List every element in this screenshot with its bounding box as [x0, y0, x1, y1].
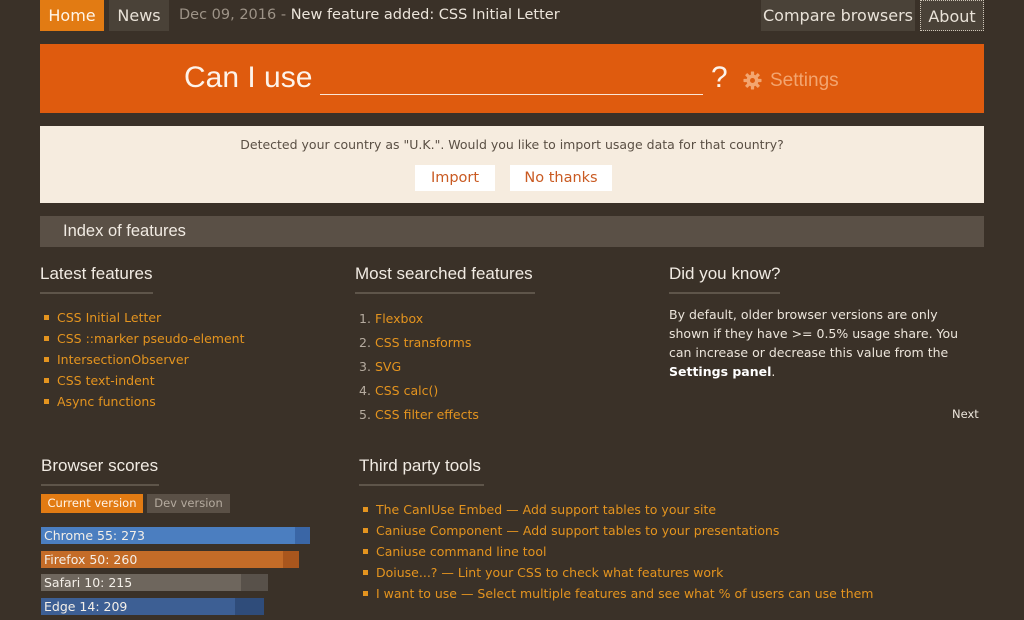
settings-label: Settings	[770, 70, 839, 91]
list-item[interactable]: 2. CSS transforms	[359, 331, 479, 355]
country-notice: Detected your country as "U.K.". Would y…	[40, 126, 984, 203]
list-item-number: 4.	[359, 383, 371, 398]
list-item[interactable]: I want to use — Select multiple features…	[359, 583, 873, 604]
browser-score-label: Chrome 55: 273	[44, 528, 145, 543]
search-input[interactable]	[320, 94, 703, 95]
did-you-know-period: .	[771, 364, 776, 379]
compare-browsers-button[interactable]: Compare browsers	[761, 0, 915, 31]
browser-score-label: Safari 10: 215	[44, 575, 133, 590]
list-item-number: 1.	[359, 311, 371, 326]
list-item[interactable]: CSS Initial Letter	[40, 307, 245, 328]
list-item-number: 2.	[359, 335, 371, 350]
list-item[interactable]: Caniuse command line tool	[359, 541, 873, 562]
list-item-link[interactable]: CSS filter effects	[375, 407, 479, 422]
news-title-link[interactable]: New feature added: CSS Initial Letter	[291, 7, 560, 23]
latest-features-heading: Latest features	[40, 263, 153, 294]
gear-icon	[743, 71, 762, 90]
list-item[interactable]: 3. SVG	[359, 355, 479, 379]
browser-scores-heading: Browser scores	[41, 455, 159, 486]
list-item[interactable]: Async functions	[40, 391, 245, 412]
list-item[interactable]: CSS ::marker pseudo-element	[40, 328, 245, 349]
did-you-know-body: By default, older browser versions are o…	[669, 307, 959, 360]
settings-panel-link[interactable]: Settings panel	[669, 364, 771, 379]
country-notice-text: Detected your country as "U.K.". Would y…	[240, 137, 784, 152]
list-item[interactable]: 5. CSS filter effects	[359, 403, 479, 427]
list-item-number: 3.	[359, 359, 371, 374]
third-party-tools-heading: Third party tools	[359, 455, 484, 486]
top-nav: Home News Dec 09, 2016 - New feature add…	[0, 0, 1024, 32]
list-item[interactable]: 1. Flexbox	[359, 307, 479, 331]
news-button[interactable]: News	[109, 0, 169, 31]
latest-features-list: CSS Initial Letter CSS ::marker pseudo-e…	[40, 307, 245, 412]
third-party-tools-list: The CanIUse Embed — Add support tables t…	[359, 499, 873, 604]
list-item-link[interactable]: Flexbox	[375, 311, 423, 326]
list-item[interactable]: Doiuse...? — Lint your CSS to check what…	[359, 562, 873, 583]
list-item[interactable]: CSS text-indent	[40, 370, 245, 391]
list-item[interactable]: Caniuse Component — Add support tables t…	[359, 520, 873, 541]
list-item-link[interactable]: SVG	[375, 359, 401, 374]
list-item[interactable]: IntersectionObserver	[40, 349, 245, 370]
list-item-link[interactable]: CSS transforms	[375, 335, 471, 350]
import-button[interactable]: Import	[415, 165, 495, 191]
list-item-number: 5.	[359, 407, 371, 422]
did-you-know-text: By default, older browser versions are o…	[669, 305, 979, 381]
search-banner: Can I use ? Settings	[40, 44, 984, 113]
home-button[interactable]: Home	[40, 0, 104, 31]
most-searched-heading: Most searched features	[355, 263, 535, 294]
news-ticker: Dec 09, 2016 - New feature added: CSS In…	[179, 0, 560, 31]
tab-dev-version[interactable]: Dev version	[147, 494, 230, 513]
most-searched-list: 1. Flexbox 2. CSS transforms 3. SVG 4. CSS c…	[359, 307, 479, 427]
browser-score-label: Edge 14: 209	[44, 598, 128, 614]
did-you-know-heading: Did you know?	[669, 263, 781, 294]
search-label: Can I use	[184, 61, 313, 94]
search-question-mark: ?	[711, 61, 728, 94]
about-button[interactable]: About	[920, 0, 984, 31]
browser-score-label: Firefox 50: 260	[44, 551, 138, 567]
tab-current-version[interactable]: Current version	[41, 494, 143, 513]
news-date: Dec 09, 2016 -	[179, 7, 287, 23]
index-of-features-bar[interactable]: Index of features	[40, 216, 984, 247]
next-tip-button[interactable]: Next	[952, 407, 979, 421]
list-item[interactable]: 4. CSS calc()	[359, 379, 479, 403]
list-item[interactable]: The CanIUse Embed — Add support tables t…	[359, 499, 873, 520]
index-of-features-title: Index of features	[63, 222, 186, 240]
list-item-link[interactable]: CSS calc()	[375, 383, 438, 398]
no-thanks-button[interactable]: No thanks	[510, 165, 612, 191]
